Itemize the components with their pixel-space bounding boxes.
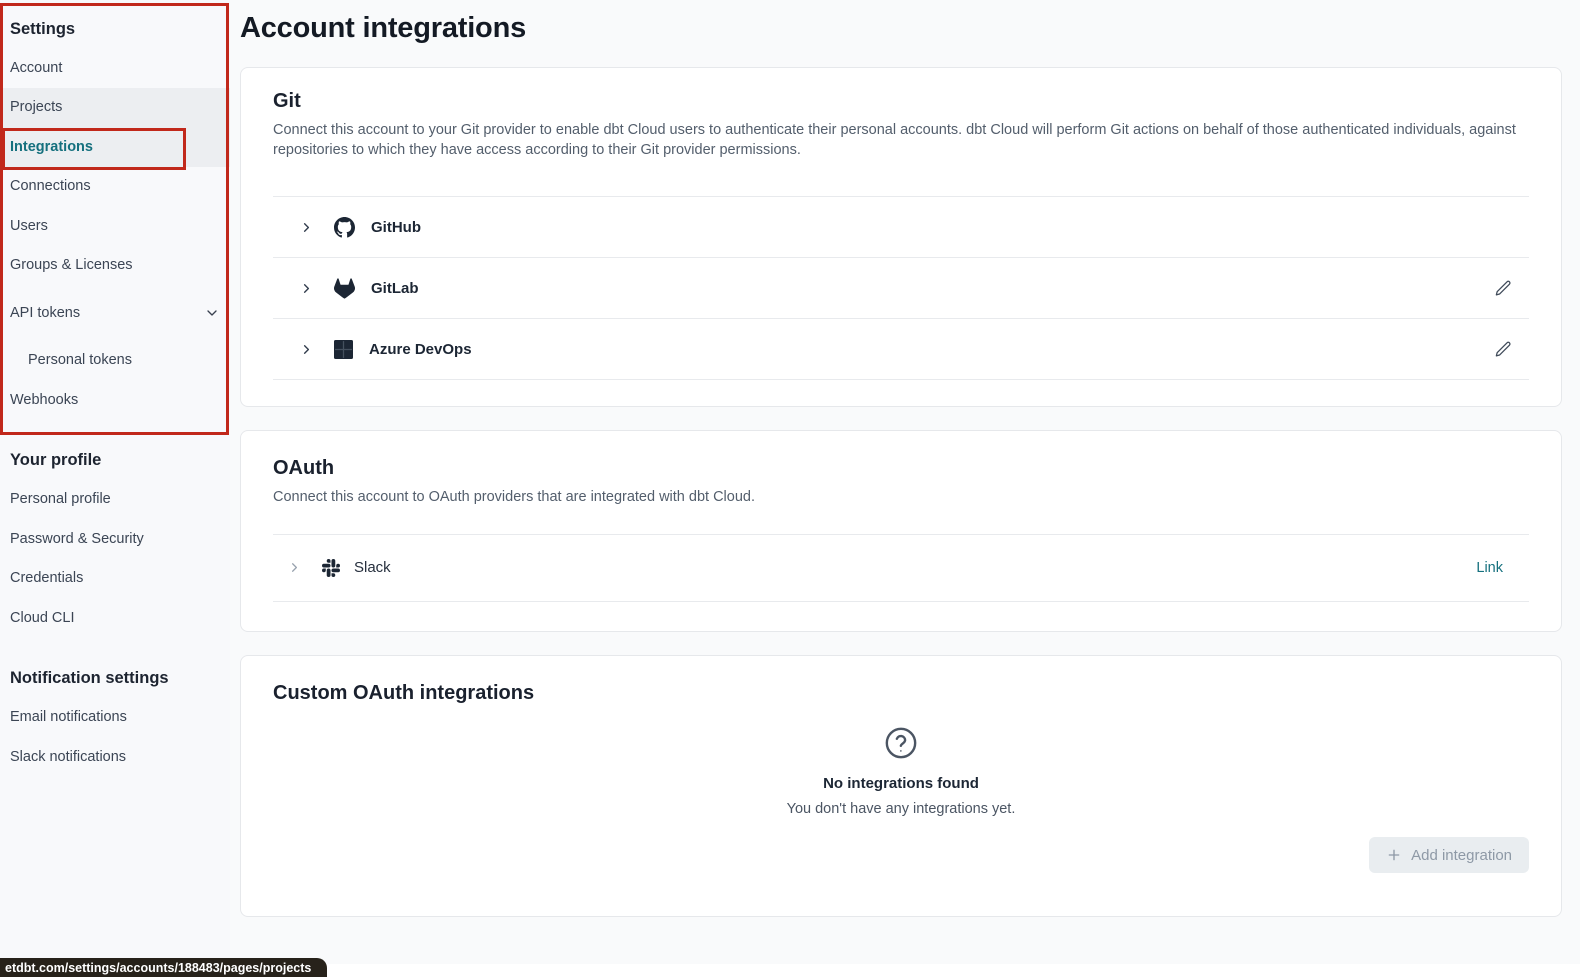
sidebar-section-settings-title: Settings — [0, 10, 230, 48]
sidebar-item-personal-profile[interactable]: Personal profile — [0, 480, 230, 520]
oauth-section-title: OAuth — [273, 455, 1529, 481]
sidebar-item-api-tokens[interactable]: API tokens — [0, 293, 230, 333]
sidebar-item-connections[interactable]: Connections — [0, 167, 230, 207]
empty-state: No integrations found You don't have any… — [273, 726, 1529, 817]
settings-sidebar: Settings Account Projects Integrations C… — [0, 0, 230, 977]
page-title: Account integrations — [240, 12, 1580, 45]
sidebar-section-notifications-title: Notification settings — [0, 660, 230, 698]
add-integration-button[interactable]: Add integration — [1369, 837, 1529, 873]
git-provider-label: GitLab — [371, 280, 419, 297]
git-integrations-card: Git Connect this account to your Git pro… — [240, 67, 1562, 407]
git-row-github[interactable]: GitHub — [273, 197, 1529, 258]
sidebar-item-projects[interactable]: Projects — [0, 88, 230, 128]
git-section-title: Git — [273, 88, 1529, 114]
main-content: Account integrations Git Connect this ac… — [230, 0, 1580, 917]
sidebar-section-profile-title: Your profile — [0, 442, 230, 480]
git-provider-label: GitHub — [371, 219, 421, 236]
edit-azure-devops-button[interactable] — [1494, 340, 1513, 359]
chevron-right-icon — [287, 560, 302, 575]
custom-oauth-section-title: Custom OAuth integrations — [273, 680, 1529, 706]
pencil-icon — [1494, 340, 1513, 359]
sidebar-item-password-security[interactable]: Password & Security — [0, 519, 230, 559]
question-circle-icon — [884, 726, 918, 760]
chevron-right-icon — [299, 281, 314, 296]
gitlab-icon — [334, 278, 355, 299]
git-provider-label: Azure DevOps — [369, 341, 472, 358]
azure-devops-icon — [334, 340, 353, 359]
chevron-right-icon — [299, 342, 314, 357]
git-section-description: Connect this account to your Git provide… — [273, 121, 1529, 160]
custom-oauth-card: Custom OAuth integrations No integration… — [240, 655, 1562, 917]
slack-icon — [322, 559, 340, 577]
sidebar-item-personal-tokens[interactable]: Personal tokens — [0, 341, 230, 381]
sidebar-item-groups-licenses[interactable]: Groups & Licenses — [0, 246, 230, 286]
oauth-card: OAuth Connect this account to OAuth prov… — [240, 430, 1562, 632]
sidebar-item-email-notifications[interactable]: Email notifications — [0, 698, 230, 738]
sidebar-item-credentials[interactable]: Credentials — [0, 559, 230, 599]
oauth-provider-label: Slack — [354, 559, 391, 576]
chevron-right-icon — [299, 220, 314, 235]
git-provider-list: GitHub GitLab Azure DevOps — [273, 196, 1529, 380]
sidebar-item-slack-notifications[interactable]: Slack notifications — [0, 737, 230, 777]
git-row-gitlab[interactable]: GitLab — [273, 258, 1529, 319]
sidebar-item-users[interactable]: Users — [0, 206, 230, 246]
plus-icon — [1386, 847, 1402, 863]
empty-state-subtitle: You don't have any integrations yet. — [273, 801, 1529, 817]
oauth-section-description: Connect this account to OAuth providers … — [273, 488, 1529, 508]
pencil-icon — [1494, 279, 1513, 298]
oauth-row-slack[interactable]: Slack Link — [273, 535, 1529, 602]
browser-status-url: etdbt.com/settings/accounts/188483/pages… — [0, 958, 327, 977]
sidebar-item-webhooks[interactable]: Webhooks — [0, 380, 230, 420]
sidebar-item-account[interactable]: Account — [0, 48, 230, 88]
sidebar-item-cloud-cli[interactable]: Cloud CLI — [0, 598, 230, 638]
sidebar-item-integrations[interactable]: Integrations — [0, 127, 230, 167]
empty-state-title: No integrations found — [273, 775, 1529, 792]
git-row-azure-devops[interactable]: Azure DevOps — [273, 319, 1529, 380]
chevron-down-icon — [204, 305, 220, 321]
edit-gitlab-button[interactable] — [1494, 279, 1513, 298]
oauth-provider-list: Slack Link — [273, 534, 1529, 602]
slack-link-action[interactable]: Link — [1476, 560, 1503, 576]
github-icon — [334, 217, 355, 238]
